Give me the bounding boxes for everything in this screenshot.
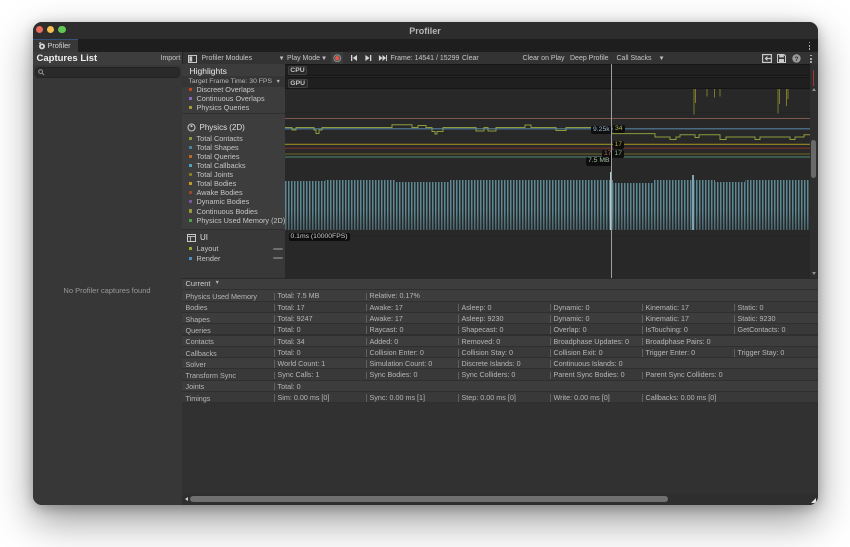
svg-text:?: ?	[794, 56, 798, 63]
